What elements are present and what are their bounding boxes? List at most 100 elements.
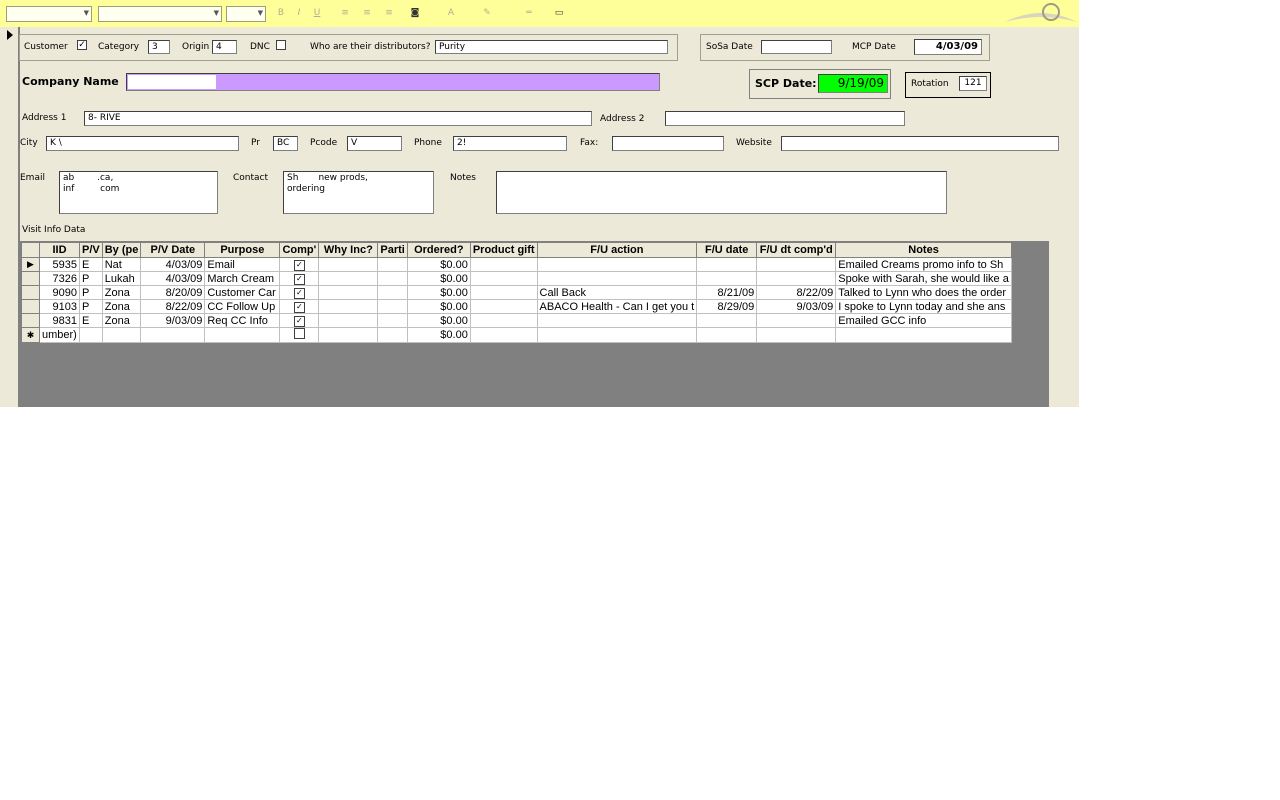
- website-field[interactable]: [781, 136, 1059, 151]
- cell-ordered[interactable]: $0.00: [406, 299, 471, 314]
- address2-field[interactable]: [665, 111, 905, 126]
- cell-iid[interactable]: 9103: [39, 299, 80, 314]
- cell-fu_date[interactable]: 8/21/09: [696, 285, 758, 300]
- cell-by[interactable]: [101, 327, 142, 343]
- cell-notes[interactable]: [835, 327, 1012, 343]
- cell-date[interactable]: 8/22/09: [140, 299, 206, 314]
- cell-parti[interactable]: [377, 285, 408, 300]
- column-header[interactable]: Product gift: [469, 242, 538, 258]
- column-header[interactable]: P/V Date: [140, 242, 206, 258]
- new-record-icon[interactable]: ✱: [21, 327, 40, 343]
- cell-fu_action[interactable]: [536, 313, 698, 328]
- row-selector[interactable]: [21, 313, 40, 328]
- fax-field[interactable]: [612, 136, 724, 151]
- cell-fu_date[interactable]: [696, 313, 758, 328]
- completed-checkbox-cell[interactable]: [279, 327, 320, 343]
- completed-checkbox[interactable]: ✓: [293, 274, 305, 285]
- sosa-date-field[interactable]: [761, 40, 832, 54]
- city-field[interactable]: K \: [46, 136, 239, 151]
- cell-notes[interactable]: Spoke with Sarah, she would like a: [835, 271, 1012, 286]
- cell-ordered[interactable]: $0.00: [406, 313, 471, 328]
- fill-color-icon[interactable]: ◙: [408, 6, 422, 20]
- cell-purpose[interactable]: March Cream: [204, 271, 281, 286]
- completed-checkbox-cell[interactable]: ✓: [279, 285, 320, 300]
- cell-iid[interactable]: 9090: [39, 285, 80, 300]
- cell-fu_action[interactable]: [536, 327, 698, 343]
- cell-fu_date[interactable]: [696, 257, 758, 272]
- cell-fu_action[interactable]: [536, 257, 698, 272]
- cell-iid[interactable]: 5935: [39, 257, 80, 272]
- cell-pv[interactable]: E: [79, 313, 103, 328]
- column-header[interactable]: Why Inc?: [318, 242, 379, 258]
- cell-parti[interactable]: [377, 271, 408, 286]
- cell-fu_date[interactable]: [696, 327, 758, 343]
- table-row[interactable]: ▶ 5935 E Nat 4/03/09 Email ✓ $0.00 Emailed Cream…: [21, 257, 1012, 272]
- cell-date[interactable]: [140, 327, 206, 343]
- object-combo[interactable]: ▼: [6, 6, 92, 22]
- column-header[interactable]: Ordered?: [406, 242, 471, 258]
- cell-fu_action[interactable]: [536, 271, 698, 286]
- cell-parti[interactable]: [377, 257, 408, 272]
- cell-fu_comp[interactable]: [756, 257, 837, 272]
- cell-gift[interactable]: [469, 327, 538, 343]
- email-field[interactable]: ab .ca, inf com: [59, 171, 218, 214]
- cell-iid[interactable]: 9831: [39, 313, 80, 328]
- cell-by[interactable]: Lukah: [101, 271, 142, 286]
- completed-checkbox[interactable]: ✓: [293, 288, 305, 299]
- font-size-combo[interactable]: ▼: [226, 6, 266, 22]
- cell-why[interactable]: [318, 313, 379, 328]
- cell-iid[interactable]: umber): [39, 327, 80, 343]
- cell-date[interactable]: 9/03/09: [140, 313, 206, 328]
- column-header[interactable]: Comp': [279, 242, 320, 258]
- rotation-field[interactable]: 121: [959, 76, 987, 91]
- cell-date[interactable]: 4/03/09: [140, 257, 206, 272]
- cell-purpose[interactable]: [204, 327, 281, 343]
- cell-pv[interactable]: E: [79, 257, 103, 272]
- cell-notes[interactable]: Talked to Lynn who does the order: [835, 285, 1012, 300]
- dnc-checkbox[interactable]: [276, 40, 286, 50]
- row-selector[interactable]: [21, 271, 40, 286]
- completed-checkbox[interactable]: [293, 328, 305, 339]
- cell-ordered[interactable]: $0.00: [406, 327, 471, 343]
- cell-purpose[interactable]: Customer Car: [204, 285, 281, 300]
- completed-checkbox[interactable]: ✓: [293, 260, 305, 271]
- cell-pv[interactable]: P: [79, 299, 103, 314]
- cell-ordered[interactable]: $0.00: [406, 257, 471, 272]
- cell-why[interactable]: [318, 327, 379, 343]
- cell-why[interactable]: [318, 271, 379, 286]
- mcp-date-field[interactable]: 4/03/09: [914, 39, 982, 55]
- table-row[interactable]: 7326 P Lukah 4/03/09 March Cream ✓ $0.00 Spoke …: [21, 271, 1012, 286]
- cell-fu_comp[interactable]: [756, 327, 837, 343]
- cell-by[interactable]: Zona: [101, 313, 142, 328]
- distributors-field[interactable]: Purity: [435, 40, 668, 54]
- table-row[interactable]: 9103 P Zona 8/22/09 CC Follow Up ✓ $0.00 ABACO …: [21, 299, 1012, 314]
- completed-checkbox[interactable]: ✓: [293, 316, 305, 327]
- cell-fu_comp[interactable]: 8/22/09: [756, 285, 837, 300]
- completed-checkbox-cell[interactable]: ✓: [279, 257, 320, 272]
- address1-field[interactable]: 8- RIVE: [84, 111, 592, 126]
- cell-gift[interactable]: [469, 257, 538, 272]
- column-header[interactable]: Parti: [377, 242, 408, 258]
- cell-purpose[interactable]: CC Follow Up: [204, 299, 281, 314]
- cell-parti[interactable]: [377, 313, 408, 328]
- cell-iid[interactable]: 7326: [39, 271, 80, 286]
- cell-fu_comp[interactable]: [756, 271, 837, 286]
- cell-date[interactable]: 4/03/09: [140, 271, 206, 286]
- record-selector[interactable]: [0, 27, 20, 407]
- align-right-icon[interactable]: ≡: [382, 6, 396, 20]
- completed-checkbox-cell[interactable]: ✓: [279, 313, 320, 328]
- notes-field[interactable]: [496, 171, 947, 214]
- completed-checkbox-cell[interactable]: ✓: [279, 299, 320, 314]
- cell-gift[interactable]: [469, 299, 538, 314]
- cell-why[interactable]: [318, 299, 379, 314]
- cell-why[interactable]: [318, 257, 379, 272]
- cell-fu_action[interactable]: Call Back: [536, 285, 698, 300]
- align-left-icon[interactable]: ≡: [338, 6, 352, 20]
- table-row[interactable]: 9090 P Zona 8/20/09 Customer Car ✓ $0.00 Call B…: [21, 285, 1012, 300]
- line-width-icon[interactable]: ═: [522, 6, 536, 20]
- cell-why[interactable]: [318, 285, 379, 300]
- cell-notes[interactable]: Emailed Creams promo info to Sh: [835, 257, 1012, 272]
- cell-pv[interactable]: P: [79, 271, 103, 286]
- cell-pv[interactable]: P: [79, 285, 103, 300]
- cell-purpose[interactable]: Req CC Info: [204, 313, 281, 328]
